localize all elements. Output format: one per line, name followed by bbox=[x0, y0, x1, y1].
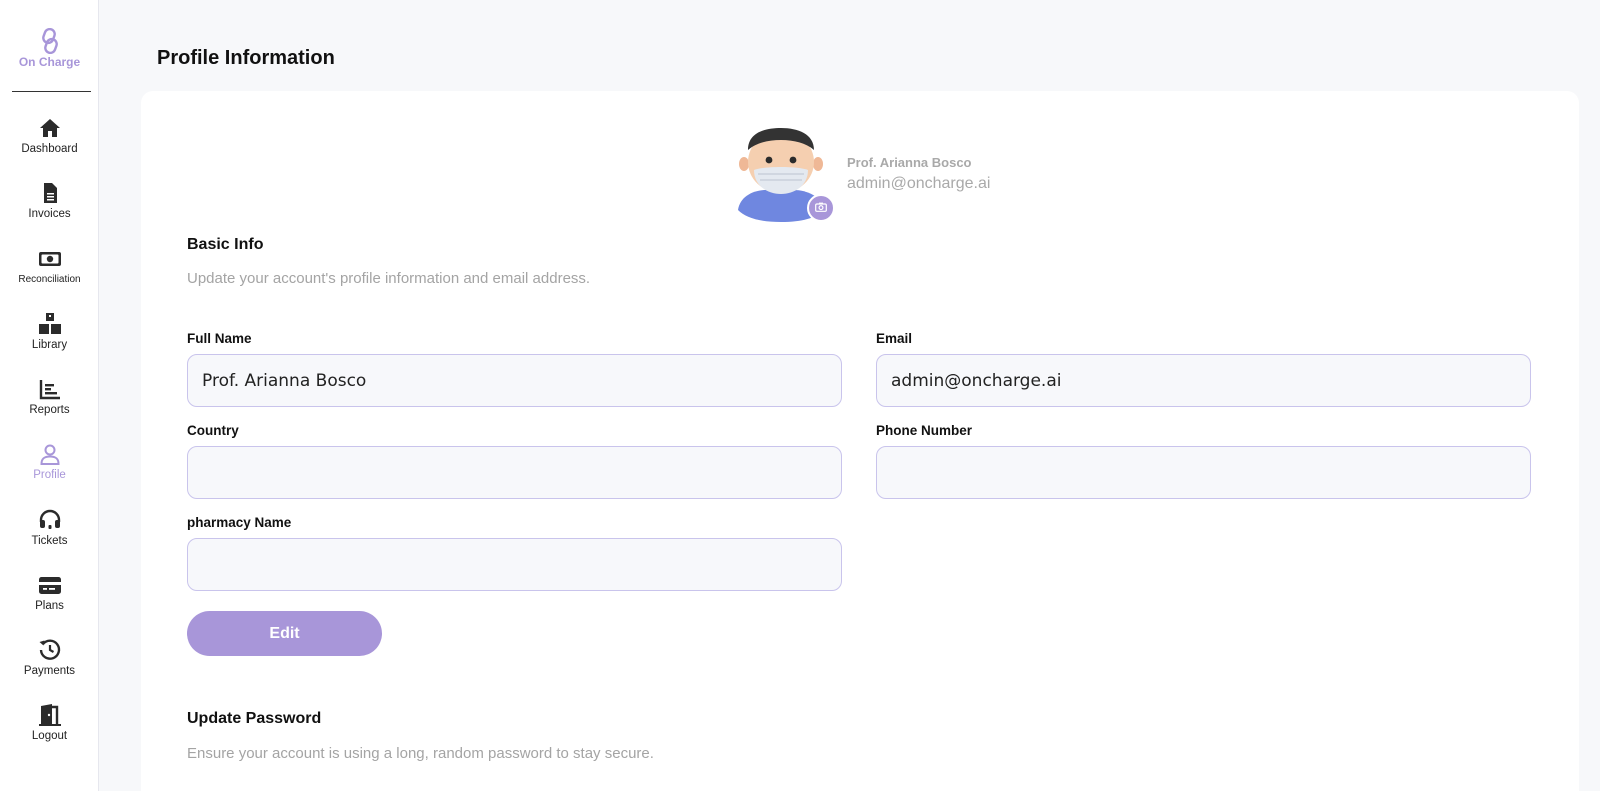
sidebar-item-reconciliation[interactable]: Reconciliation bbox=[0, 247, 99, 303]
update-password-description: Ensure your account is using a long, ran… bbox=[187, 745, 654, 762]
document-icon bbox=[43, 183, 57, 203]
sidebar: On Charge Dashboard Invoices Reconciliat… bbox=[0, 0, 99, 791]
sidebar-item-reports[interactable]: Reports bbox=[0, 377, 99, 433]
sidebar-item-library[interactable]: Library bbox=[0, 312, 99, 368]
update-password-title: Update Password bbox=[187, 710, 322, 727]
chart-icon bbox=[39, 380, 60, 400]
edit-button[interactable]: Edit bbox=[187, 611, 382, 656]
camera-icon bbox=[815, 202, 827, 212]
boxes-icon bbox=[38, 313, 61, 334]
sidebar-item-label: Reconciliation bbox=[18, 274, 81, 285]
credit-card-icon bbox=[38, 577, 61, 594]
sidebar-item-payments[interactable]: Payments bbox=[0, 638, 99, 694]
email-label: Email bbox=[876, 331, 913, 346]
sidebar-item-label: Library bbox=[31, 339, 68, 351]
country-input[interactable] bbox=[187, 446, 842, 499]
logo-text: On Charge bbox=[18, 55, 81, 69]
email-input[interactable] bbox=[876, 354, 1531, 407]
pharmacy-name-label: pharmacy Name bbox=[187, 515, 292, 530]
profile-card bbox=[141, 91, 1579, 791]
sidebar-item-tickets[interactable]: Tickets bbox=[0, 508, 99, 564]
sidebar-item-label: Dashboard bbox=[21, 143, 78, 155]
page-title: Profile Information bbox=[157, 47, 335, 69]
headset-icon bbox=[39, 509, 60, 529]
country-label: Country bbox=[187, 423, 239, 438]
link-logo-icon bbox=[41, 28, 58, 54]
sidebar-item-label: Plans bbox=[35, 600, 64, 612]
history-icon bbox=[39, 639, 60, 660]
user-icon bbox=[39, 444, 60, 465]
sidebar-item-label: Payments bbox=[23, 665, 76, 677]
sidebar-item-plans[interactable]: Plans bbox=[0, 573, 99, 629]
sidebar-item-label: Reports bbox=[29, 404, 70, 416]
sidebar-item-dashboard[interactable]: Dashboard bbox=[0, 116, 99, 172]
full-name-label: Full Name bbox=[187, 331, 252, 346]
home-icon bbox=[39, 119, 60, 137]
sidebar-item-logout[interactable]: Logout bbox=[0, 703, 99, 759]
sidebar-item-label: Tickets bbox=[31, 535, 68, 547]
sidebar-item-invoices[interactable]: Invoices bbox=[0, 181, 99, 237]
sidebar-item-label: Invoices bbox=[28, 208, 71, 220]
basic-info-title: Basic Info bbox=[187, 236, 264, 253]
sidebar-item-label: Profile bbox=[33, 469, 66, 481]
money-icon bbox=[38, 252, 61, 266]
phone-number-input[interactable] bbox=[876, 446, 1531, 499]
pharmacy-name-input[interactable] bbox=[187, 538, 842, 591]
logo-divider bbox=[12, 91, 91, 92]
change-photo-button[interactable] bbox=[807, 194, 835, 222]
profile-name: Prof. Arianna Bosco bbox=[847, 155, 972, 170]
sidebar-item-label: Logout bbox=[31, 730, 68, 742]
full-name-input[interactable] bbox=[187, 354, 842, 407]
door-icon bbox=[38, 704, 61, 726]
phone-number-label: Phone Number bbox=[876, 423, 973, 438]
profile-email: admin@oncharge.ai bbox=[847, 175, 991, 192]
basic-info-description: Update your account's profile informatio… bbox=[187, 270, 591, 287]
sidebar-item-profile[interactable]: Profile bbox=[0, 442, 99, 498]
app-logo[interactable]: On Charge bbox=[0, 28, 99, 69]
